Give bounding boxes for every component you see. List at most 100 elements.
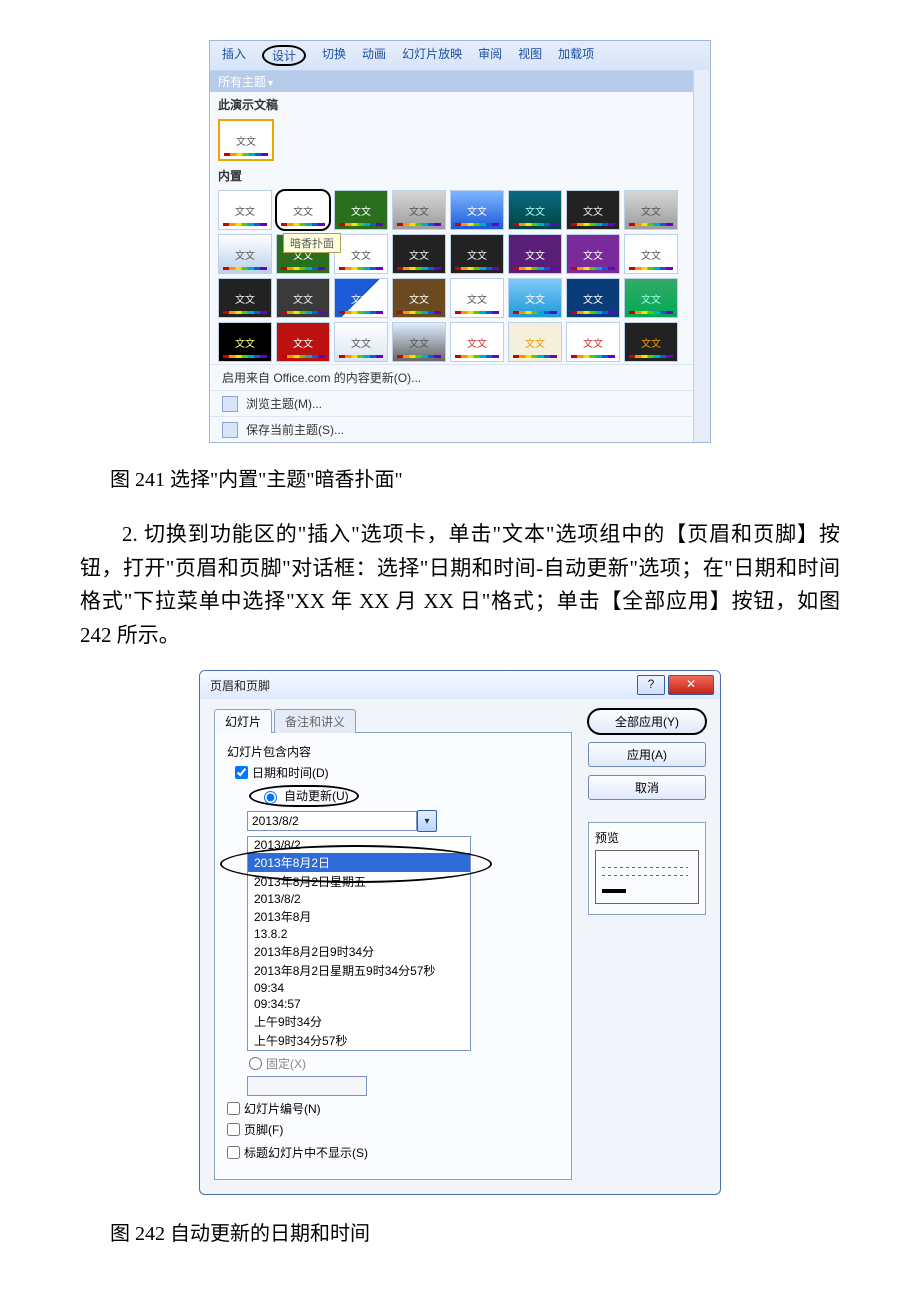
no-title-checkbox[interactable]: 标题幻灯片中不显示(S) (227, 1144, 559, 1161)
format-option[interactable]: 上午9时34分57秒 (248, 1031, 470, 1050)
theme-thumb[interactable]: 文文 (218, 278, 272, 318)
menu-enable-office-update[interactable]: 启用来自 Office.com 的内容更新(O)... (210, 364, 710, 390)
all-themes-label: 所有主题 (218, 75, 266, 89)
ribbon-tab-transition[interactable]: 切换 (322, 45, 346, 66)
chevron-down-icon: ▾ (268, 78, 273, 89)
format-option[interactable]: 上午9时34分 (248, 1012, 470, 1031)
theme-thumb[interactable]: 文文 (566, 322, 620, 362)
paragraph-step2: 2. 切换到功能区的"插入"选项卡，单击"文本"选项组中的【页眉和页脚】按钮，打… (80, 518, 840, 652)
menu-browse-themes[interactable]: 浏览主题(M)... (210, 390, 710, 416)
group-current-doc: 此演示文稿 (210, 92, 710, 117)
theme-thumb-anxiang[interactable]: 文文 暗香扑面 (276, 190, 330, 230)
no-title-checkbox-input[interactable] (227, 1146, 240, 1159)
theme-thumb[interactable]: 文文 (276, 278, 330, 318)
scrollbar[interactable] (693, 70, 710, 442)
menu-save-theme[interactable]: 保存当前主题(S)... (210, 416, 710, 442)
format-option[interactable]: 2013/8/2 (248, 837, 470, 853)
theme-thumb-current[interactable]: 文文 (218, 119, 274, 161)
apply-button[interactable]: 应用(A) (588, 742, 706, 767)
theme-thumb[interactable]: 文文 (566, 190, 620, 230)
footer-checkbox-input[interactable] (227, 1123, 240, 1136)
slidenum-checkbox-input[interactable] (227, 1102, 240, 1115)
theme-thumb[interactable]: 文文 (508, 190, 562, 230)
theme-thumb[interactable]: 文文 (508, 234, 562, 274)
header-footer-dialog: 页眉和页脚 ? ✕ 幻灯片 备注和讲义 幻灯片包含内容 日期和时间(D) (199, 670, 721, 1195)
theme-tooltip: 暗香扑面 (283, 233, 341, 253)
ribbon-tab-slideshow[interactable]: 幻灯片放映 (402, 45, 462, 66)
fixed-radio[interactable]: 固定(X) (249, 1055, 559, 1072)
theme-thumb[interactable]: 文文 (392, 190, 446, 230)
ribbon-tab-review[interactable]: 审阅 (478, 45, 502, 66)
fixed-value-combo[interactable] (247, 1076, 559, 1096)
ribbon-tab-view[interactable]: 视图 (518, 45, 542, 66)
format-option[interactable]: 2013年8月2日星期五9时34分57秒 (248, 961, 470, 980)
format-option-selected[interactable]: 2013年8月2日 (248, 853, 470, 872)
save-icon (222, 422, 238, 438)
auto-update-radio-input[interactable] (264, 791, 277, 804)
figure-caption-242: 图 242 自动更新的日期和时间 (110, 1217, 840, 1246)
theme-thumb[interactable]: 文文 (218, 190, 272, 230)
preview-label: 预览 (595, 829, 699, 846)
ribbon-tab-design[interactable]: 设计 (262, 45, 306, 66)
theme-thumb[interactable]: 文文 (566, 234, 620, 274)
help-button[interactable]: ? (637, 675, 665, 695)
theme-thumb[interactable]: 文文 (508, 278, 562, 318)
theme-thumb[interactable]: 文文 (392, 234, 446, 274)
theme-thumb[interactable]: 文文 (218, 234, 272, 274)
date-format-combo[interactable] (247, 810, 559, 832)
theme-thumb[interactable]: 文文 (276, 322, 330, 362)
group-builtin: 内置 (210, 163, 710, 188)
theme-thumb[interactable]: 文文 (334, 190, 388, 230)
theme-thumb[interactable]: 文文 (392, 278, 446, 318)
theme-thumb[interactable]: 文文 (450, 190, 504, 230)
auto-update-radio[interactable]: 自动更新(U) (249, 785, 359, 807)
format-option[interactable]: 13.8.2 (248, 926, 470, 942)
ribbon-tab-animation[interactable]: 动画 (362, 45, 386, 66)
chevron-down-icon[interactable] (417, 810, 437, 832)
apply-all-button[interactable]: 全部应用(Y) (588, 709, 706, 734)
theme-thumb[interactable]: 文文 (450, 278, 504, 318)
theme-thumb[interactable]: 文文 (450, 322, 504, 362)
ppt-themes-window: 插入 设计 切换 动画 幻灯片放映 审阅 视图 加载项 所有主题▾ 此演示文稿 … (209, 40, 711, 443)
fixed-value-input (247, 1076, 367, 1096)
datetime-checkbox[interactable]: 日期和时间(D) (235, 764, 559, 781)
dialog-title: 页眉和页脚 (206, 677, 634, 694)
theme-thumb[interactable]: 文文 (450, 234, 504, 274)
format-option[interactable]: 2013年8月2日星期五 (248, 872, 470, 891)
format-option[interactable]: 2013年8月 (248, 907, 470, 926)
theme-thumb[interactable]: 文文 (624, 322, 678, 362)
ribbon-tab-addins[interactable]: 加载项 (558, 45, 594, 66)
ribbon-tab-insert[interactable]: 插入 (222, 45, 246, 66)
figure-caption-241: 图 241 选择"内置"主题"暗香扑面" (110, 463, 840, 492)
theme-thumb[interactable]: 文文 (218, 322, 272, 362)
theme-thumb[interactable]: 文文 (392, 322, 446, 362)
theme-thumb[interactable]: 文文 (624, 190, 678, 230)
theme-thumb[interactable]: 文文 (624, 278, 678, 318)
tab-slide[interactable]: 幻灯片 (214, 709, 272, 733)
cancel-button[interactable]: 取消 (588, 775, 706, 800)
datetime-checkbox-input[interactable] (235, 766, 248, 779)
dialog-titlebar: 页眉和页脚 ? ✕ (200, 671, 720, 699)
format-option[interactable]: 09:34 (248, 980, 470, 996)
preview-thumbnail (595, 850, 699, 904)
date-format-input[interactable] (247, 811, 417, 831)
theme-thumb[interactable]: 文文 (624, 234, 678, 274)
tab-notes[interactable]: 备注和讲义 (274, 709, 356, 733)
format-option[interactable]: 2013年8月2日9时34分 (248, 942, 470, 961)
date-format-list[interactable]: 2013/8/2 2013年8月2日 2013年8月2日星期五 2013/8/2… (247, 836, 471, 1051)
theme-thumb[interactable]: 文文 (334, 234, 388, 274)
format-option[interactable]: 09:34:57 (248, 996, 470, 1012)
ribbon-tabs: 插入 设计 切换 动画 幻灯片放映 审阅 视图 加载项 (210, 41, 710, 70)
folder-icon (222, 396, 238, 412)
all-themes-dropdown[interactable]: 所有主题▾ (210, 71, 710, 92)
format-option[interactable]: 2013/8/2 (248, 891, 470, 907)
theme-thumb[interactable]: 文文 (334, 278, 388, 318)
footer-checkbox[interactable]: 页脚(F) (227, 1121, 559, 1138)
close-button[interactable]: ✕ (668, 675, 714, 695)
theme-thumb[interactable]: 文文 (566, 278, 620, 318)
preview-panel: 预览 (588, 822, 706, 915)
fixed-radio-input[interactable] (249, 1057, 262, 1070)
theme-thumb[interactable]: 文文 (334, 322, 388, 362)
slidenum-checkbox[interactable]: 幻灯片编号(N) (227, 1100, 559, 1117)
theme-thumb[interactable]: 文文 (508, 322, 562, 362)
